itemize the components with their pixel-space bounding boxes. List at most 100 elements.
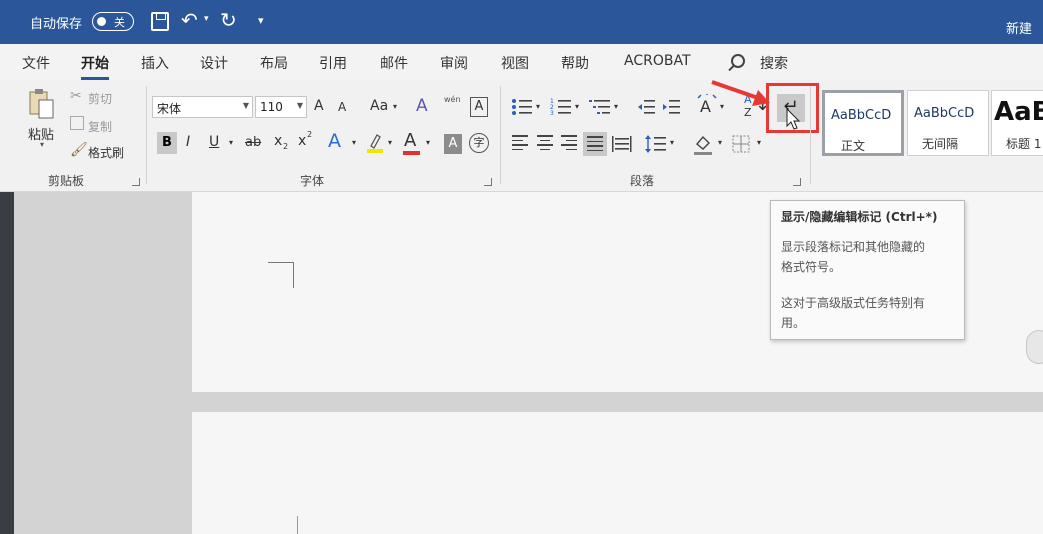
shrink-font-button[interactable]: A: [338, 100, 346, 114]
paste-icon[interactable]: [27, 88, 55, 122]
numbering-dropdown-icon[interactable]: ▾: [575, 102, 579, 111]
redo-icon[interactable]: ↻: [220, 8, 237, 32]
borders-icon[interactable]: [732, 135, 750, 153]
underline-dropdown-icon[interactable]: ▾: [229, 138, 233, 147]
superscript-button[interactable]: x: [298, 133, 306, 149]
document-page[interactable]: [192, 412, 1043, 534]
underline-button[interactable]: U: [209, 134, 219, 150]
cut-button[interactable]: 剪切: [88, 90, 112, 107]
phonetic-guide-button[interactable]: wén: [444, 95, 461, 104]
justify-icon: [587, 136, 603, 152]
tell-me-search[interactable]: 搜索: [760, 53, 788, 73]
font-color-dropdown-icon[interactable]: ▾: [426, 138, 430, 147]
grow-font-button[interactable]: A: [314, 98, 324, 114]
style-name: 标题 1: [1006, 137, 1042, 151]
strikethrough-button[interactable]: ab: [245, 135, 261, 150]
increase-indent-icon[interactable]: [662, 98, 680, 116]
paragraph-launcher-icon[interactable]: [793, 178, 801, 186]
style-sample: AaBbCcD: [914, 106, 975, 121]
tooltip-line: 显示段落标记和其他隐藏的: [781, 240, 926, 254]
customize-qat-icon[interactable]: ▾: [258, 14, 264, 27]
clipboard-launcher-icon[interactable]: [132, 178, 140, 186]
font-launcher-icon[interactable]: [484, 178, 492, 186]
numbering-icon[interactable]: 123: [550, 98, 572, 117]
align-center-icon[interactable]: [537, 135, 555, 153]
text-effects-icon[interactable]: A: [328, 130, 341, 152]
multilevel-dropdown-icon[interactable]: ▾: [614, 102, 618, 111]
tab-design[interactable]: 设计: [200, 53, 228, 73]
tab-references[interactable]: 引用: [319, 53, 347, 73]
autosave-toggle[interactable]: 关: [92, 12, 134, 31]
toggle-state: 关: [114, 16, 125, 29]
copy-icon[interactable]: [70, 116, 84, 130]
cut-icon[interactable]: ✂: [70, 88, 82, 104]
italic-button[interactable]: I: [186, 134, 190, 150]
tooltip-title: 显示/隐藏编辑标记 (Ctrl+*): [781, 210, 938, 224]
copy-button[interactable]: 复制: [88, 118, 112, 135]
ribbon-tabs: 文件 开始 插入 设计 布局 引用 邮件 审阅 视图 帮助 ACROBAT 搜索: [0, 44, 1043, 80]
tab-file[interactable]: 文件: [22, 53, 50, 73]
group-divider: [146, 86, 147, 184]
tab-mailings[interactable]: 邮件: [380, 53, 408, 73]
tab-home[interactable]: 开始: [81, 53, 109, 80]
borders-dropdown-icon[interactable]: ▾: [757, 138, 761, 147]
subscript-button[interactable]: x: [274, 133, 282, 149]
tooltip-line: 这对于高级版式任务特别有: [781, 296, 926, 310]
shading-dropdown-icon[interactable]: ▾: [718, 138, 722, 147]
format-painter-icon[interactable]: 🖌: [70, 142, 88, 158]
align-left-icon[interactable]: [512, 135, 530, 153]
tooltip-line: 格式符号。: [781, 260, 842, 274]
style-no-spacing[interactable]: AaBbCcD 无间隔: [907, 90, 989, 156]
svg-text:3: 3: [550, 110, 554, 116]
undo-dropdown-icon[interactable]: ▾: [204, 14, 209, 24]
change-case-dropdown-icon[interactable]: ▾: [393, 102, 397, 111]
distributed-icon[interactable]: [612, 134, 632, 154]
autosave-label: 自动保存: [30, 17, 83, 32]
font-size-value: 110: [260, 100, 283, 114]
bullets-icon[interactable]: [511, 98, 533, 116]
format-painter-button[interactable]: 格式刷: [88, 144, 124, 161]
style-normal[interactable]: AaBbCcD 正文: [822, 90, 904, 156]
style-name: 正文: [841, 139, 866, 153]
multilevel-list-icon[interactable]: [589, 98, 611, 116]
tab-layout[interactable]: 布局: [260, 53, 288, 73]
red-arrow-annotation: [711, 80, 770, 106]
clear-format-icon[interactable]: A: [416, 96, 428, 116]
clipboard-group-label: 剪贴板: [48, 174, 85, 188]
line-spacing-dropdown-icon[interactable]: ▾: [670, 138, 674, 147]
decrease-indent-icon[interactable]: [637, 98, 655, 116]
bold-button[interactable]: B: [157, 132, 177, 154]
font-name-select[interactable]: 宋体 ▼: [152, 96, 253, 118]
change-case-button[interactable]: Aa: [370, 98, 388, 114]
font-color-button[interactable]: A: [404, 130, 416, 151]
font-group-label: 字体: [300, 174, 325, 188]
font-size-select[interactable]: 110 ▼: [255, 96, 307, 118]
line-spacing-icon[interactable]: [645, 134, 667, 154]
char-border-icon[interactable]: A: [470, 97, 488, 117]
highlight-color-icon[interactable]: [367, 132, 383, 154]
paste-dropdown-icon[interactable]: ▾: [40, 140, 44, 149]
tab-insert[interactable]: 插入: [141, 53, 169, 73]
search-icon[interactable]: [731, 54, 745, 68]
shading-icon[interactable]: [694, 134, 714, 156]
align-right-icon[interactable]: [561, 135, 579, 153]
text-effects-dropdown-icon[interactable]: ▾: [352, 138, 356, 147]
scroll-handle[interactable]: [1026, 330, 1043, 364]
chevron-down-icon: ▼: [296, 101, 303, 110]
tab-review[interactable]: 审阅: [440, 53, 468, 73]
tab-help[interactable]: 帮助: [561, 53, 589, 73]
margin-mark: [297, 516, 298, 534]
bullets-dropdown-icon[interactable]: ▾: [536, 102, 540, 111]
window-edge: [0, 192, 14, 534]
enclose-characters-button[interactable]: 字: [469, 133, 489, 153]
char-shading-button[interactable]: A: [444, 134, 462, 154]
justify-button[interactable]: [583, 132, 607, 156]
undo-icon[interactable]: ↶: [181, 8, 198, 32]
style-sample: AaBbCcD: [831, 108, 892, 123]
highlight-dropdown-icon[interactable]: ▾: [388, 138, 392, 147]
tab-view[interactable]: 视图: [501, 53, 529, 73]
save-icon[interactable]: [151, 12, 169, 31]
tab-acrobat[interactable]: ACROBAT: [624, 53, 691, 69]
superscript-mark: 2: [307, 130, 313, 139]
style-heading-1[interactable]: AaB 标题 1: [991, 90, 1043, 156]
